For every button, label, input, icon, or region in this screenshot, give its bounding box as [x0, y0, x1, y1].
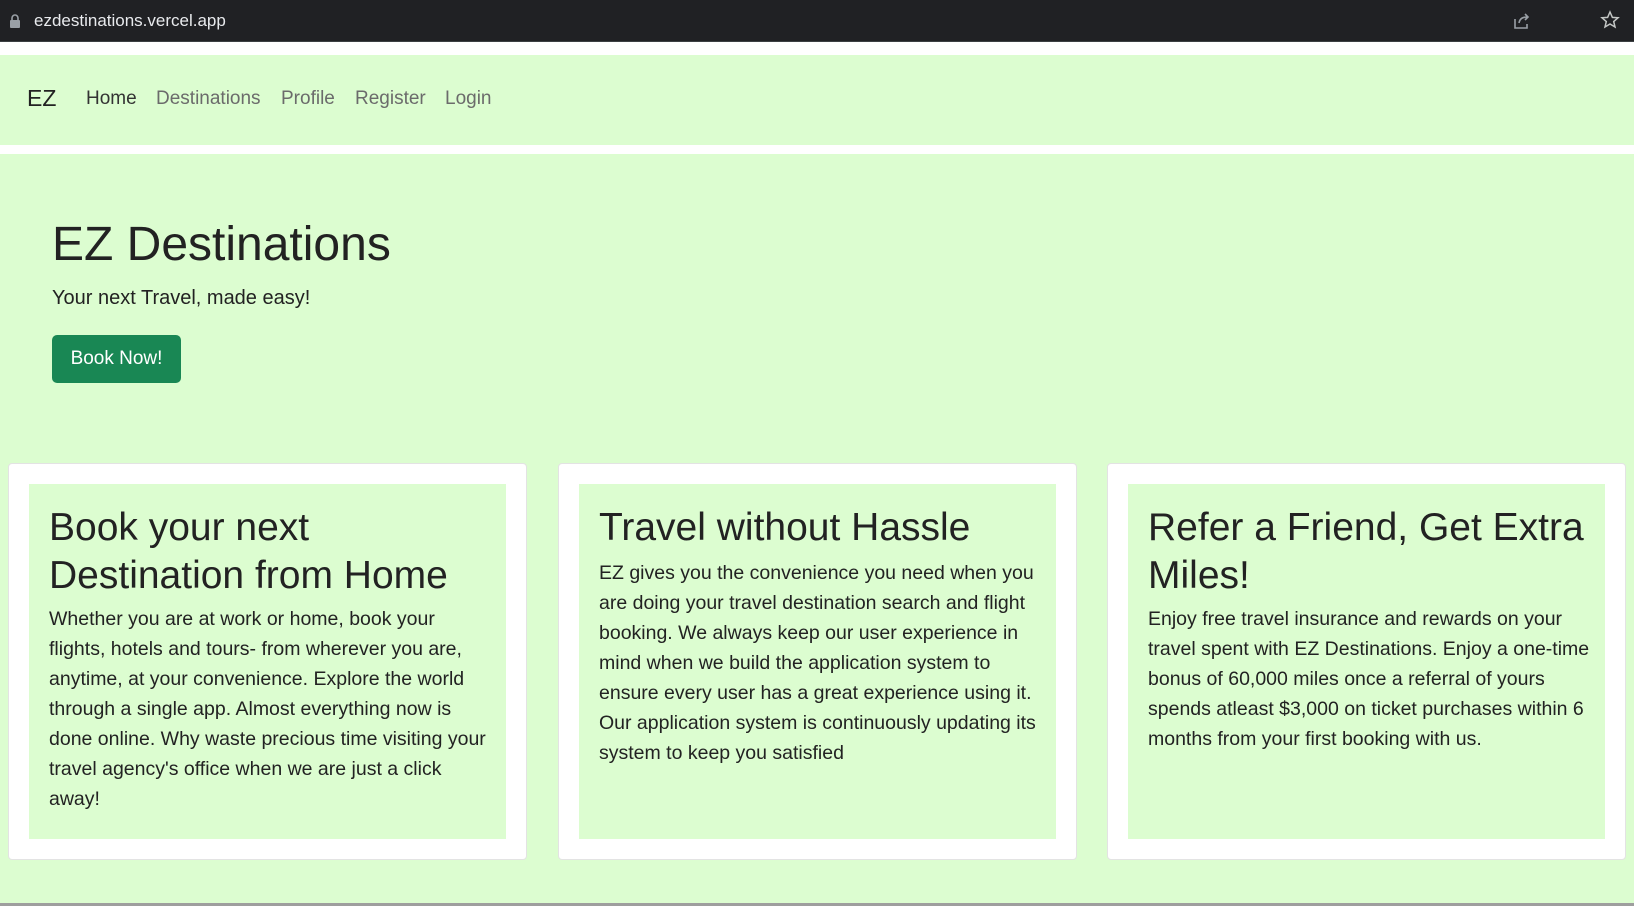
feature-card: Travel without Hassle EZ gives you the c…: [558, 463, 1077, 860]
nav-link-destinations[interactable]: Destinations: [156, 88, 261, 110]
star-icon[interactable]: [1600, 10, 1620, 30]
card-title: Travel without Hassle: [599, 506, 971, 549]
card-title: Refer a Friend, Get Extra Miles!: [1148, 506, 1584, 597]
url-text[interactable]: ezdestinations.vercel.app: [34, 11, 226, 31]
browser-address-bar[interactable]: ezdestinations.vercel.app: [0, 0, 1634, 42]
nav-link-profile[interactable]: Profile: [281, 88, 335, 110]
share-icon[interactable]: [1512, 11, 1532, 31]
nav-link-login[interactable]: Login: [445, 88, 492, 110]
feature-card: Refer a Friend, Get Extra Miles! Enjoy f…: [1107, 463, 1626, 860]
card-body: Book your next Destination from Home Whe…: [29, 484, 506, 839]
card-text: Enjoy free travel insurance and rewards …: [1148, 608, 1590, 750]
card-body: Refer a Friend, Get Extra Miles! Enjoy f…: [1128, 484, 1605, 839]
brand-logo[interactable]: EZ: [27, 85, 56, 112]
card-text: Whether you are at work or home, book yo…: [49, 608, 486, 810]
hero-subtitle: Your next Travel, made easy!: [52, 287, 311, 309]
lock-icon: [9, 14, 21, 28]
hero-title: EZ Destinations: [52, 218, 391, 271]
nav-separator: [0, 145, 1634, 154]
navbar: EZ Home Destinations Profile Register Lo…: [0, 55, 1634, 145]
nav-link-home[interactable]: Home: [86, 88, 137, 110]
card-body: Travel without Hassle EZ gives you the c…: [579, 484, 1056, 839]
card-title: Book your next Destination from Home: [49, 506, 448, 597]
nav-link-register[interactable]: Register: [355, 88, 426, 110]
feature-card: Book your next Destination from Home Whe…: [8, 463, 527, 860]
book-now-button[interactable]: Book Now!: [52, 335, 181, 383]
card-text: EZ gives you the convenience you need wh…: [599, 562, 1036, 764]
